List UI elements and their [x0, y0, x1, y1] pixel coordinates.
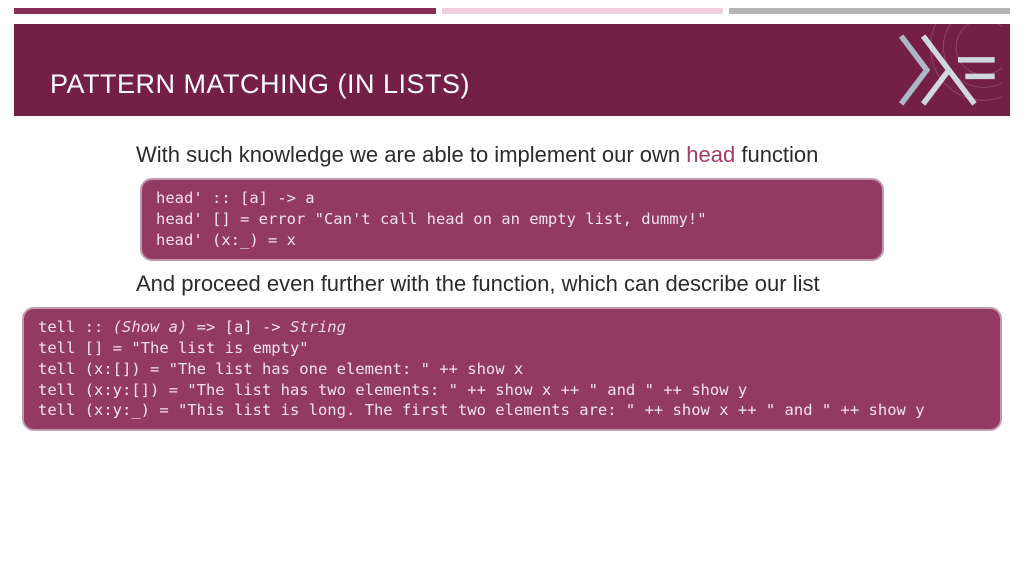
code1-l2: head' [] = error "Can't call head on an … [156, 210, 707, 228]
haskell-logo-icon [892, 24, 1002, 116]
code1-l3: head' (x:_) = x [156, 231, 296, 249]
code2-l5: tell (x:y:_) = "This list is long. The f… [38, 401, 925, 419]
code2-sig-pre: tell :: [38, 318, 113, 336]
accent-seg-3 [729, 8, 1010, 14]
intro-post: function [735, 142, 818, 167]
accent-seg-2 [442, 8, 723, 14]
code2-sig-mid: => [a] -> [187, 318, 290, 336]
code2-sig-em: (Show a) [113, 318, 188, 336]
code-block-tell: tell :: (Show a) => [a] -> String tell [… [22, 307, 1002, 432]
intro-line: With such knowledge we are able to imple… [136, 142, 1008, 168]
mid-line: And proceed even further with the functi… [136, 271, 1008, 297]
title-banner: PATTERN MATCHING (IN LISTS) [14, 24, 1010, 116]
code2-l3: tell (x:[]) = "The list has one element:… [38, 360, 523, 378]
code2-l4: tell (x:y:[]) = "The list has two elemen… [38, 381, 747, 399]
code2-sig-em2: String [290, 318, 346, 336]
accent-strip [0, 0, 1024, 14]
slide-title: PATTERN MATCHING (IN LISTS) [14, 69, 470, 116]
intro-keyword: head [686, 142, 735, 167]
code1-l1: head' :: [a] -> a [156, 189, 315, 207]
accent-seg-1 [14, 8, 436, 14]
code2-l2: tell [] = "The list is empty" [38, 339, 309, 357]
code-block-head: head' :: [a] -> a head' [] = error "Can'… [140, 178, 884, 261]
slide-body: With such knowledge we are able to imple… [0, 116, 1024, 431]
intro-pre: With such knowledge we are able to imple… [136, 142, 686, 167]
